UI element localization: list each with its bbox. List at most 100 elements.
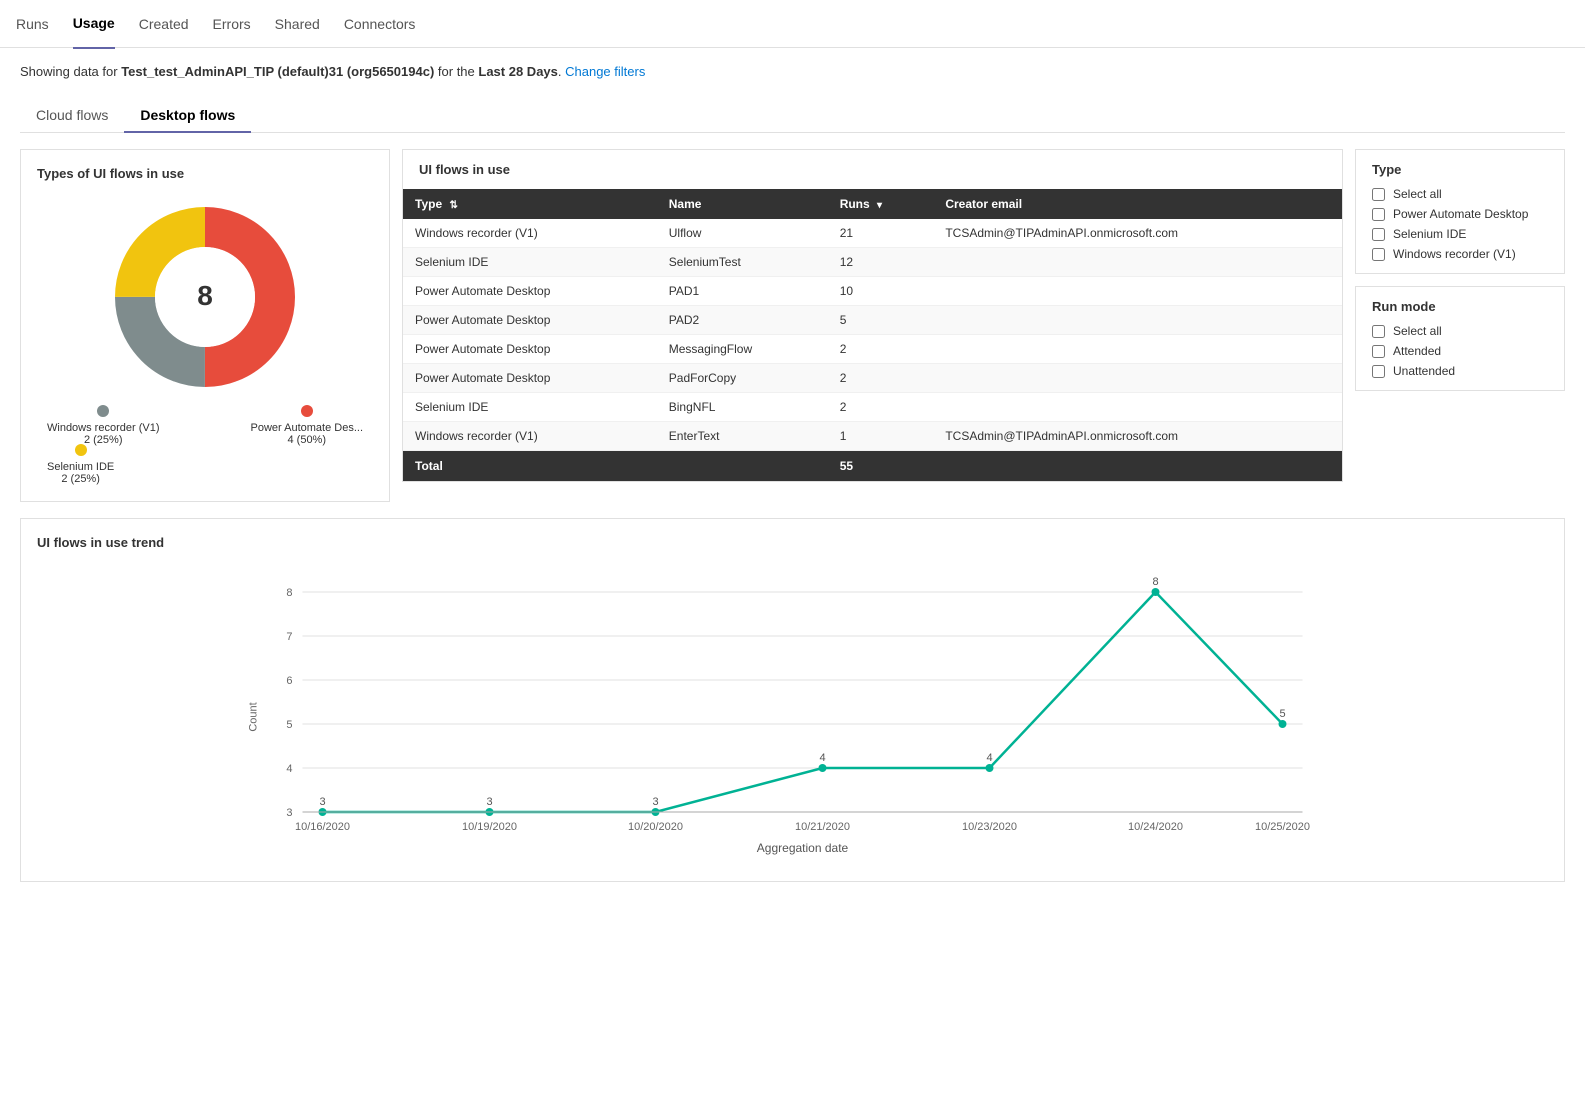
label-3: 4 [819,752,825,764]
info-period: Last 28 Days [478,64,558,79]
tab-desktop-flows[interactable]: Desktop flows [124,99,251,133]
checkbox-type-selenium[interactable] [1372,228,1385,241]
cell-type: Selenium IDE [403,248,657,277]
nav-shared[interactable]: Shared [275,0,320,48]
cell-name: PAD1 [657,277,828,306]
checkbox-type-pad[interactable] [1372,208,1385,221]
point-5 [1152,588,1160,596]
col-runs[interactable]: Runs ▾ [828,189,934,219]
ui-flows-table: Type ⇅ Name Runs ▾ Creator email Windows [403,189,1342,481]
donut-panel: Types of UI flows in use 8 [20,149,390,502]
x-label-3: 10/21/2020 [795,821,850,833]
footer-label: Total [403,451,657,482]
cell-type: Selenium IDE [403,393,657,422]
type-filter-pad: Power Automate Desktop [1372,207,1548,221]
trend-chart-container: Count 8 7 6 5 4 3 [37,562,1548,865]
nav-runs[interactable]: Runs [16,0,49,48]
cell-email [933,335,1342,364]
flow-tabs: Cloud flows Desktop flows [20,99,1565,133]
label-2: 3 [652,796,658,808]
nav-connectors[interactable]: Connectors [344,0,416,48]
cell-runs: 10 [828,277,934,306]
table-panel: UI flows in use Type ⇅ Name Runs ▾ Creat… [402,149,1343,482]
trend-title: UI flows in use trend [37,535,1548,550]
run-mode-unattended: Unattended [1372,364,1548,378]
run-mode-filter-title: Run mode [1372,299,1548,314]
nav-created[interactable]: Created [139,0,189,48]
label-6: 5 [1279,708,1285,720]
cell-runs: 1 [828,422,934,451]
table-title: UI flows in use [403,150,1342,189]
cell-email [933,248,1342,277]
x-label-5: 10/24/2020 [1128,821,1183,833]
col-type[interactable]: Type ⇅ [403,189,657,219]
nav-usage[interactable]: Usage [73,0,115,49]
donut-container: 8 Windows recorder (V1) 2 (25%) Power Au… [37,197,373,485]
cell-runs: 21 [828,219,934,248]
legend-wr: Windows recorder (V1) 2 (25%) [47,405,159,446]
cell-name: SeleniumTest [657,248,828,277]
checkbox-run-unattended[interactable] [1372,365,1385,378]
donut-wrapper: 8 [105,197,305,397]
cell-name: PAD2 [657,306,828,335]
cell-email [933,277,1342,306]
donut-center-text: 8 [197,280,213,311]
cell-type: Power Automate Desktop [403,335,657,364]
cell-type: Power Automate Desktop [403,364,657,393]
cell-email: TCSAdmin@TIPAdminAPI.onmicrosoft.com [933,219,1342,248]
table-row[interactable]: Power Automate Desktop PAD1 10 [403,277,1342,306]
cell-runs: 2 [828,364,934,393]
point-4 [986,764,994,772]
table-row[interactable]: Power Automate Desktop MessagingFlow 2 [403,335,1342,364]
cell-runs: 5 [828,306,934,335]
table-row[interactable]: Selenium IDE SeleniumTest 12 [403,248,1342,277]
checkbox-run-select-all[interactable] [1372,325,1385,338]
table-row[interactable]: Power Automate Desktop PadForCopy 2 [403,364,1342,393]
svg-text:5: 5 [286,719,292,731]
cell-email: TCSAdmin@TIPAdminAPI.onmicrosoft.com [933,422,1342,451]
cell-type: Power Automate Desktop [403,306,657,335]
point-3 [819,764,827,772]
donut-legend: Windows recorder (V1) 2 (25%) Power Auto… [37,405,373,485]
label-4: 4 [986,752,992,764]
change-filters-link[interactable]: Change filters [565,64,645,79]
table-row[interactable]: Power Automate Desktop PAD2 5 [403,306,1342,335]
donut-title: Types of UI flows in use [37,166,373,181]
tab-cloud-flows[interactable]: Cloud flows [20,99,124,133]
checkbox-run-attended[interactable] [1372,345,1385,358]
sort-icon-type: ⇅ [449,200,457,211]
x-label-1: 10/19/2020 [462,821,517,833]
cell-email [933,393,1342,422]
label-1: 3 [486,796,492,808]
x-label-4: 10/23/2020 [962,821,1017,833]
info-prefix: Showing data for [20,64,118,79]
top-nav: Runs Usage Created Errors Shared Connect… [0,0,1585,48]
cell-type: Power Automate Desktop [403,277,657,306]
cell-email [933,306,1342,335]
col-email[interactable]: Creator email [933,189,1342,219]
type-filter-box: Type Select all Power Automate Desktop S… [1355,149,1565,274]
checkbox-type-wr[interactable] [1372,248,1385,261]
checkbox-type-select-all[interactable] [1372,188,1385,201]
cell-name: MessagingFlow [657,335,828,364]
table-row[interactable]: Windows recorder (V1) EnterText 1 TCSAdm… [403,422,1342,451]
trend-line [323,592,1283,812]
trend-chart-svg: Count 8 7 6 5 4 3 [37,562,1548,862]
table-row[interactable]: Windows recorder (V1) Ulflow 21 TCSAdmin… [403,219,1342,248]
svg-text:7: 7 [286,631,292,643]
x-label-0: 10/16/2020 [295,821,350,833]
type-filter-select-all: Select all [1372,187,1548,201]
x-axis-label: Aggregation date [757,841,849,855]
col-name[interactable]: Name [657,189,828,219]
legend-pad-sub: 4 (50%) [251,434,364,446]
table-row[interactable]: Selenium IDE BingNFL 2 [403,393,1342,422]
cell-name: EnterText [657,422,828,451]
nav-errors[interactable]: Errors [213,0,251,48]
content: Showing data for Test_test_AdminAPI_TIP … [0,48,1585,898]
main-grid: Types of UI flows in use 8 [20,149,1565,502]
svg-text:3: 3 [286,807,292,819]
cell-name: PadForCopy [657,364,828,393]
info-bar: Showing data for Test_test_AdminAPI_TIP … [20,64,1565,79]
info-env: Test_test_AdminAPI_TIP (default)31 (org5… [121,64,434,79]
cell-email [933,364,1342,393]
